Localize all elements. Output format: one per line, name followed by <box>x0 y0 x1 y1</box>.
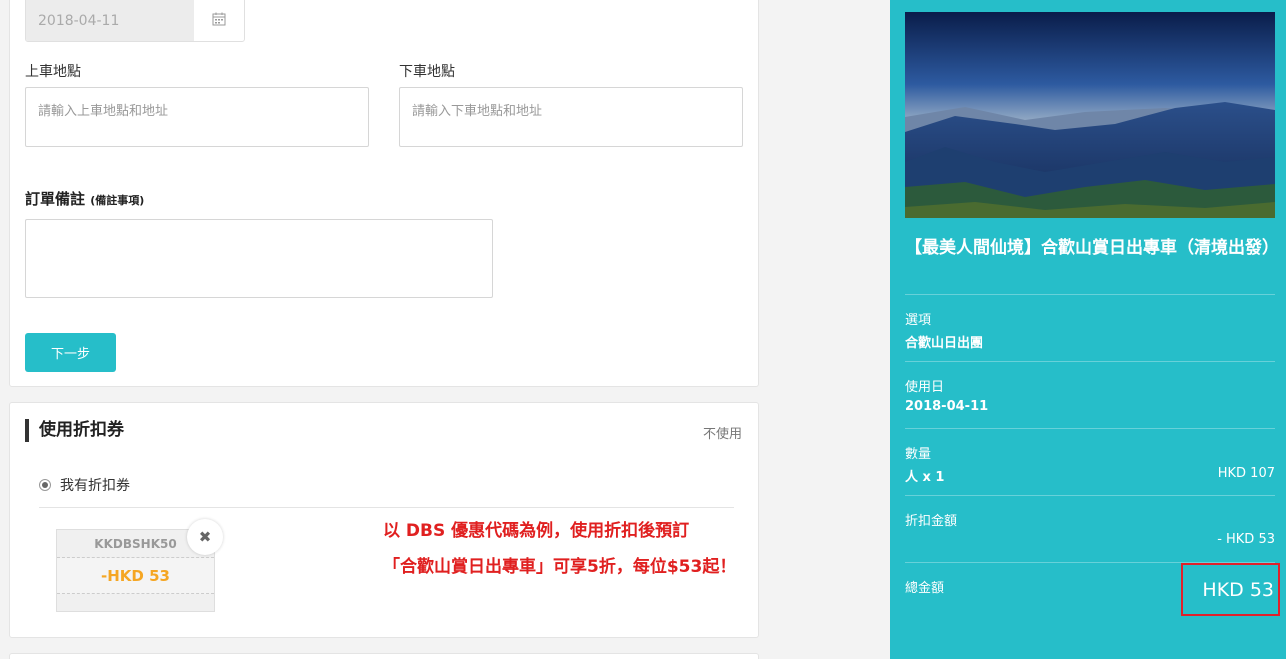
no-coupon-link[interactable]: 不使用 <box>703 423 742 442</box>
annotation-line-2: 「合歡山賞日出專車」可享5折，每位$53起！ <box>383 557 737 577</box>
coupon-amount: -HKD 53 <box>57 558 214 594</box>
remove-coupon-close-icon[interactable]: ✖ <box>187 519 223 555</box>
annotation-line-1: 以 DBS 優惠代碼為例，使用折扣後預訂 <box>383 521 690 541</box>
checkout-page: 2018-04-11 上車地點 請輸入上車地點和地址 下車地點 請輸入下車地點和… <box>0 0 1286 659</box>
discount-label: 折扣金額 <box>905 514 958 529</box>
total-value: HKD 53 <box>1202 578 1274 601</box>
calendar-icon[interactable] <box>194 0 244 41</box>
order-summary-panel: 【最美人間仙境】合歡山賞日出專車（清境出發） 選項 合歡山日出團 使用日 201… <box>890 0 1286 659</box>
discount-value: - HKD 53 <box>1217 532 1275 547</box>
option-label: 選項 <box>905 313 932 328</box>
divider <box>905 495 1275 496</box>
total-amount-highlight: HKD 53 <box>1181 563 1280 616</box>
quantity-price: HKD 107 <box>1217 466 1275 481</box>
coupon-title: 使用折扣券 <box>25 419 124 442</box>
divider <box>905 428 1275 429</box>
dropoff-placeholder: 請輸入下車地點和地址 <box>412 104 543 119</box>
divider <box>39 507 734 508</box>
date-picker[interactable]: 2018-04-11 <box>25 0 245 42</box>
dropoff-input[interactable]: 請輸入下車地點和地址 <box>399 87 743 147</box>
product-photo <box>905 12 1275 218</box>
radio-icon[interactable] <box>39 479 51 491</box>
quantity-value: 人 x 1 <box>905 470 945 485</box>
have-coupon-radio[interactable]: 我有折扣券 <box>39 475 130 495</box>
product-title: 【最美人間仙境】合歡山賞日出專車（清境出發） <box>905 238 1279 258</box>
remark-textarea[interactable] <box>25 219 493 298</box>
dropoff-label: 下車地點 <box>399 64 455 80</box>
quantity-label: 數量 <box>905 447 932 462</box>
remark-hint: (備註事項) <box>90 194 145 207</box>
option-value: 合歡山日出團 <box>905 336 984 351</box>
next-step-button[interactable]: 下一步 <box>25 333 116 372</box>
pickup-input[interactable]: 請輸入上車地點和地址 <box>25 87 369 147</box>
divider <box>905 361 1275 362</box>
total-label: 總金額 <box>905 581 945 596</box>
have-coupon-label: 我有折扣券 <box>60 478 130 494</box>
pickup-label: 上車地點 <box>25 64 81 80</box>
remark-label: 訂單備註 (備註事項) <box>25 190 145 208</box>
date-value: 2018-04-11 <box>26 0 194 41</box>
divider <box>905 294 1275 295</box>
booking-form-card: 2018-04-11 上車地點 請輸入上車地點和地址 下車地點 請輸入下車地點和… <box>9 0 759 387</box>
pickup-placeholder: 請輸入上車地點和地址 <box>38 104 169 119</box>
next-section-card <box>9 653 759 659</box>
date-label: 使用日 <box>905 380 945 395</box>
date-value: 2018-04-11 <box>905 399 989 414</box>
